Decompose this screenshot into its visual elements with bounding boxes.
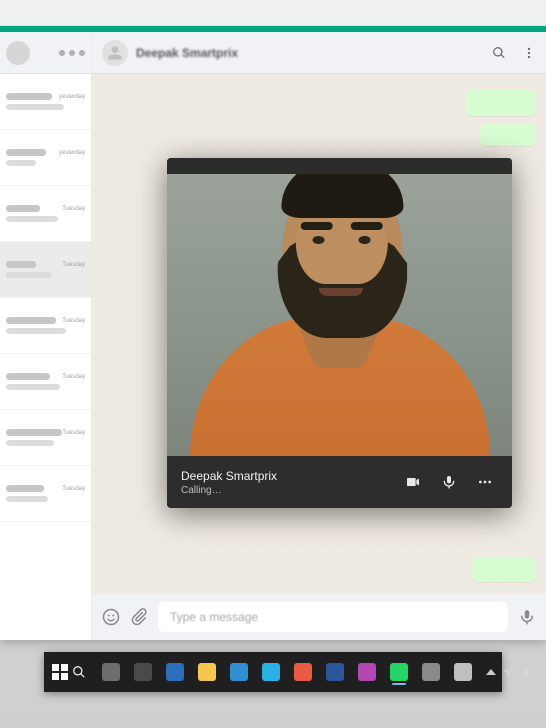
chat-item-preview	[6, 104, 64, 110]
chat-item-preview	[6, 384, 60, 390]
outgoing-message[interactable]	[472, 558, 536, 582]
explorer-icon[interactable]	[192, 657, 222, 687]
mic-icon[interactable]	[518, 608, 536, 626]
chat-item-preview	[6, 272, 52, 278]
taskbar-search-button[interactable]	[72, 656, 86, 688]
cortana-icon[interactable]	[128, 657, 158, 687]
chat-item-name	[6, 373, 50, 380]
search-icon	[72, 665, 86, 679]
photos-icon[interactable]	[352, 657, 382, 687]
chrome-icon[interactable]	[288, 657, 318, 687]
more-icon[interactable]	[522, 46, 536, 60]
user-avatar[interactable]	[6, 41, 30, 65]
windows-logo-icon	[52, 664, 68, 680]
camera-icon	[405, 474, 421, 490]
chat-list-item[interactable]: Tuesday	[0, 186, 91, 242]
chat-list-item[interactable]: yesterday	[0, 74, 91, 130]
chat-item-name	[6, 149, 46, 156]
camera-toggle-button[interactable]	[400, 469, 426, 495]
message-input[interactable]	[158, 602, 508, 632]
chat-item-time: Tuesday	[62, 374, 85, 380]
status-icon[interactable]	[59, 50, 65, 56]
tray-overflow-icon[interactable]	[486, 669, 496, 675]
menu-icon[interactable]	[79, 50, 85, 56]
chat-item-time: Tuesday	[62, 262, 85, 268]
outgoing-message[interactable]	[466, 90, 536, 116]
call-controls-bar: Deepak Smartprix Calling…	[167, 456, 512, 508]
emoji-icon[interactable]	[102, 608, 120, 626]
windows-taskbar	[44, 652, 502, 692]
chat-list-item[interactable]: yesterday	[0, 130, 91, 186]
outgoing-message[interactable]	[480, 124, 536, 146]
edge-icon[interactable]	[224, 657, 254, 687]
chat-item-name	[6, 317, 56, 324]
chat-item-time: yesterday	[59, 150, 85, 156]
microphone-icon	[441, 474, 457, 490]
search-icon[interactable]	[492, 46, 506, 60]
chat-list-item[interactable]: Tuesday	[0, 466, 91, 522]
store-icon[interactable]	[256, 657, 286, 687]
whatsapp-icon[interactable]	[384, 657, 414, 687]
chat-item-time: yesterday	[59, 94, 85, 100]
chat-item-name	[6, 429, 62, 436]
wifi-icon[interactable]	[502, 666, 515, 679]
chat-item-preview	[6, 160, 36, 166]
chat-list: yesterday yesterday Tuesday Tuesday Tuesday T…	[0, 74, 91, 640]
mail-icon[interactable]	[160, 657, 190, 687]
task-view-icon[interactable]	[96, 657, 126, 687]
chat-item-preview	[6, 328, 66, 334]
mic-toggle-button[interactable]	[436, 469, 462, 495]
chat-list-item[interactable]: Tuesday	[0, 410, 91, 466]
call-status: Calling…	[181, 485, 277, 496]
new-chat-icon[interactable]	[69, 50, 75, 56]
chat-item-time: Tuesday	[62, 486, 85, 492]
chat-sidebar: yesterday yesterday Tuesday Tuesday Tuesday T…	[0, 32, 92, 640]
call-more-button[interactable]	[472, 469, 498, 495]
chat-item-time: Tuesday	[62, 318, 85, 324]
word-icon[interactable]	[320, 657, 350, 687]
contact-avatar[interactable]	[102, 40, 128, 66]
volume-icon[interactable]	[521, 666, 534, 679]
chat-item-name	[6, 485, 44, 492]
call-video-area	[167, 174, 512, 456]
chat-item-preview	[6, 216, 58, 222]
battery-icon[interactable]	[540, 666, 546, 679]
call-titlebar[interactable]	[167, 158, 512, 174]
video-call-window[interactable]: Deepak Smartprix Calling…	[167, 158, 512, 508]
sidebar-header	[0, 32, 91, 74]
chat-item-name	[6, 93, 52, 100]
window-titlebar[interactable]	[0, 0, 546, 26]
chat-list-item[interactable]: Tuesday	[0, 298, 91, 354]
chat-item-name	[6, 205, 40, 212]
chat-item-preview	[6, 496, 48, 502]
chat-item-time: Tuesday	[62, 206, 85, 212]
call-contact-name: Deepak Smartprix	[181, 469, 277, 483]
app-12-icon[interactable]	[448, 657, 478, 687]
chat-item-time: Tuesday	[62, 430, 85, 436]
chat-header: Deepak Smartprix	[92, 32, 546, 74]
attach-icon[interactable]	[130, 608, 148, 626]
more-horizontal-icon	[477, 474, 493, 490]
start-button[interactable]	[52, 656, 68, 688]
chat-list-item[interactable]: Tuesday	[0, 354, 91, 410]
person-icon	[107, 45, 123, 61]
contact-name[interactable]: Deepak Smartprix	[136, 46, 238, 60]
chat-list-item[interactable]: Tuesday	[0, 242, 91, 298]
message-compose-bar	[92, 594, 546, 640]
app-11-icon[interactable]	[416, 657, 446, 687]
chat-item-preview	[6, 440, 54, 446]
system-tray[interactable]	[486, 666, 546, 679]
chat-item-name	[6, 261, 36, 268]
